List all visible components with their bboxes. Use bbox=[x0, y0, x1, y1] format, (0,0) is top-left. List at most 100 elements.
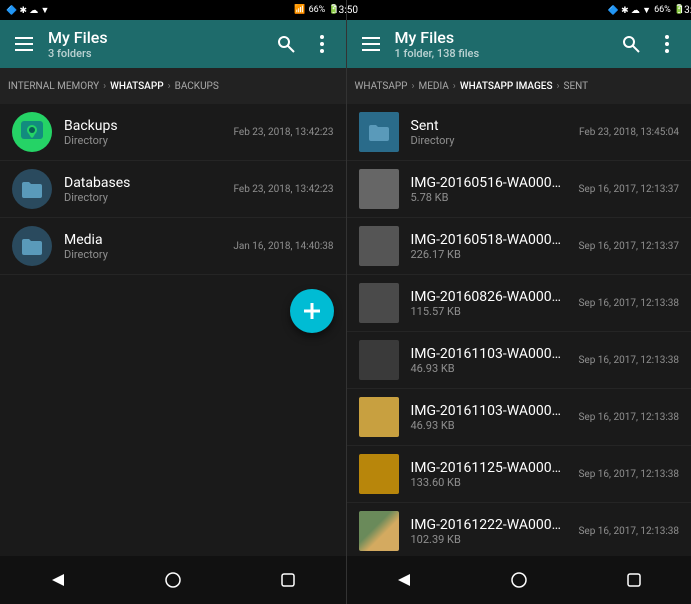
left-breadcrumb-internal[interactable]: INTERNAL MEMORY bbox=[8, 81, 99, 92]
right-sep-3: › bbox=[557, 81, 560, 92]
right-name-img7: IMG-20161222-WA0000.jpg bbox=[411, 517, 567, 533]
right-time: 13:51 bbox=[679, 5, 691, 16]
right-name-img3: IMG-20160826-WA0000.jpg bbox=[411, 289, 567, 305]
right-name-img4: IMG-20161103-WA0000.jpg bbox=[411, 346, 567, 362]
right-thumb-img1 bbox=[359, 169, 399, 209]
right-name-img1: IMG-20160516-WA0000.jpg bbox=[411, 175, 567, 191]
right-info-img3: IMG-20160826-WA0000.jpg 115.57 KB bbox=[411, 289, 567, 318]
right-menu-icon[interactable] bbox=[359, 32, 383, 56]
left-nav-bar bbox=[0, 556, 346, 604]
right-file-img2[interactable]: IMG-20160518-WA0000.jpg 226.17 KB Sep 16… bbox=[347, 218, 691, 275]
right-file-img3[interactable]: IMG-20160826-WA0000.jpg 115.57 KB Sep 16… bbox=[347, 275, 691, 332]
right-file-list: Sent Directory Feb 23, 2018, 13:45:04 IM… bbox=[347, 104, 691, 556]
right-status-bar: 13:51 🔷 ✱ ☁ ▼ 66% 🔋 bbox=[347, 0, 691, 20]
right-file-img6[interactable]: IMG-20161125-WA0000.jpg 133.60 KB Sep 16… bbox=[347, 446, 691, 503]
right-thumb-img5 bbox=[359, 397, 399, 437]
left-file-backups[interactable]: Backups Directory Feb 23, 2018, 13:42:23 bbox=[0, 104, 346, 161]
right-title-block: My Files 1 folder, 138 files bbox=[395, 28, 608, 60]
right-file-img4[interactable]: IMG-20161103-WA0000.jpg 46.93 KB Sep 16,… bbox=[347, 332, 691, 389]
right-thumb-img2 bbox=[359, 226, 399, 266]
left-icon-media bbox=[12, 226, 52, 266]
left-sep-1: › bbox=[103, 81, 106, 92]
left-sep-2: › bbox=[168, 81, 171, 92]
right-date-img5: Sep 16, 2017, 12:13:38 bbox=[578, 412, 679, 423]
left-date-databases: Feb 23, 2018, 13:42:23 bbox=[233, 184, 333, 195]
left-nav-back[interactable] bbox=[42, 564, 74, 596]
right-info-img4: IMG-20161103-WA0000.jpg 46.93 KB bbox=[411, 346, 567, 375]
left-file-list: Backups Directory Feb 23, 2018, 13:42:23… bbox=[0, 104, 346, 556]
right-name-sent: Sent bbox=[411, 118, 567, 134]
right-date-img2: Sep 16, 2017, 12:13:37 bbox=[578, 241, 679, 252]
right-app-title: My Files bbox=[395, 28, 455, 47]
right-type-sent: Directory bbox=[411, 134, 567, 147]
right-bc-images[interactable]: WHATSAPP IMAGES bbox=[460, 81, 553, 92]
right-size-img7: 102.39 KB bbox=[411, 533, 567, 546]
right-bc-whatsapp[interactable]: WHATSAPP bbox=[355, 81, 408, 92]
right-file-img1[interactable]: IMG-20160516-WA0000.jpg 5.78 KB Sep 16, … bbox=[347, 161, 691, 218]
left-breadcrumb-backups[interactable]: BACKUPS bbox=[175, 81, 219, 92]
left-status-bar: 🔷 ✱ ☁ ▼ 13:50 📶 66% 🔋 bbox=[0, 0, 346, 20]
left-file-databases[interactable]: Databases Directory Feb 23, 2018, 13:42:… bbox=[0, 161, 346, 218]
right-thumb-img3 bbox=[359, 283, 399, 323]
right-nav-back[interactable] bbox=[388, 564, 420, 596]
right-bc-media[interactable]: MEDIA bbox=[418, 81, 448, 92]
right-date-sent: Feb 23, 2018, 13:45:04 bbox=[579, 127, 679, 138]
left-time: 13:50 bbox=[333, 5, 358, 16]
left-fab-button[interactable] bbox=[290, 289, 334, 333]
left-type-databases: Directory bbox=[64, 191, 221, 204]
right-file-img7[interactable]: IMG-20161222-WA0000.jpg 102.39 KB Sep 16… bbox=[347, 503, 691, 556]
right-sep-1: › bbox=[411, 81, 414, 92]
right-info-img7: IMG-20161222-WA0000.jpg 102.39 KB bbox=[411, 517, 567, 546]
left-nav-square[interactable] bbox=[272, 564, 304, 596]
right-date-img3: Sep 16, 2017, 12:13:38 bbox=[578, 298, 679, 309]
right-info-img2: IMG-20160518-WA0000.jpg 226.17 KB bbox=[411, 232, 567, 261]
right-sep-2: › bbox=[453, 81, 456, 92]
right-name-img5: IMG-20161103-WA0001.jpg bbox=[411, 403, 567, 419]
right-file-sent[interactable]: Sent Directory Feb 23, 2018, 13:45:04 bbox=[347, 104, 691, 161]
right-size-img6: 133.60 KB bbox=[411, 476, 567, 489]
right-more-button[interactable] bbox=[655, 32, 679, 56]
left-panel: 🔷 ✱ ☁ ▼ 13:50 📶 66% 🔋 My Files 3 folders… bbox=[0, 0, 346, 604]
left-name-databases: Databases bbox=[64, 175, 221, 191]
right-info-img1: IMG-20160516-WA0000.jpg 5.78 KB bbox=[411, 175, 567, 204]
left-file-media[interactable]: Media Directory Jan 16, 2018, 14:40:38 bbox=[0, 218, 346, 275]
right-date-img1: Sep 16, 2017, 12:13:37 bbox=[578, 184, 679, 195]
left-name-media: Media bbox=[64, 232, 221, 248]
right-thumb-img7 bbox=[359, 511, 399, 551]
right-info-img6: IMG-20161125-WA0000.jpg 133.60 KB bbox=[411, 460, 567, 489]
right-size-img4: 46.93 KB bbox=[411, 362, 567, 375]
left-info-media: Media Directory bbox=[64, 232, 221, 261]
right-search-button[interactable] bbox=[619, 32, 643, 56]
right-nav-home[interactable] bbox=[503, 564, 535, 596]
right-file-img5[interactable]: IMG-20161103-WA0001.jpg 46.93 KB Sep 16,… bbox=[347, 389, 691, 446]
left-type-backups: Directory bbox=[64, 134, 221, 147]
right-nav-square[interactable] bbox=[618, 564, 650, 596]
right-size-img5: 46.93 KB bbox=[411, 419, 567, 432]
right-battery: 🔷 ✱ ☁ ▼ 66% 🔋 bbox=[608, 5, 685, 16]
left-date-media: Jan 16, 2018, 14:40:38 bbox=[233, 241, 333, 252]
left-name-backups: Backups bbox=[64, 118, 221, 134]
right-bc-sent[interactable]: SENT bbox=[564, 81, 589, 92]
right-thumb-img4 bbox=[359, 340, 399, 380]
left-breadcrumb-whatsapp[interactable]: WHATSAPP bbox=[110, 81, 163, 92]
right-battery-pct: 66% bbox=[654, 5, 671, 15]
right-size-img2: 226.17 KB bbox=[411, 248, 567, 261]
left-app-bar: My Files 3 folders bbox=[0, 20, 346, 68]
right-nav-bar bbox=[347, 556, 691, 604]
left-app-title: My Files bbox=[48, 28, 108, 47]
right-info-sent: Sent Directory bbox=[411, 118, 567, 147]
left-icon-databases bbox=[12, 169, 52, 209]
right-breadcrumb: WHATSAPP › MEDIA › WHATSAPP IMAGES › SEN… bbox=[347, 68, 691, 104]
right-size-img1: 5.78 KB bbox=[411, 191, 567, 204]
right-date-img4: Sep 16, 2017, 12:13:38 bbox=[578, 355, 679, 366]
left-date-backups: Feb 23, 2018, 13:42:23 bbox=[233, 127, 333, 138]
left-menu-icon[interactable] bbox=[12, 32, 36, 56]
right-date-img6: Sep 16, 2017, 12:13:38 bbox=[578, 469, 679, 480]
right-app-subtitle: 1 folder, 138 files bbox=[395, 47, 608, 60]
left-search-button[interactable] bbox=[274, 32, 298, 56]
right-app-bar: My Files 1 folder, 138 files bbox=[347, 20, 691, 68]
left-more-button[interactable] bbox=[310, 32, 334, 56]
left-nav-home[interactable] bbox=[157, 564, 189, 596]
left-icon-backups bbox=[12, 112, 52, 152]
left-type-media: Directory bbox=[64, 248, 221, 261]
